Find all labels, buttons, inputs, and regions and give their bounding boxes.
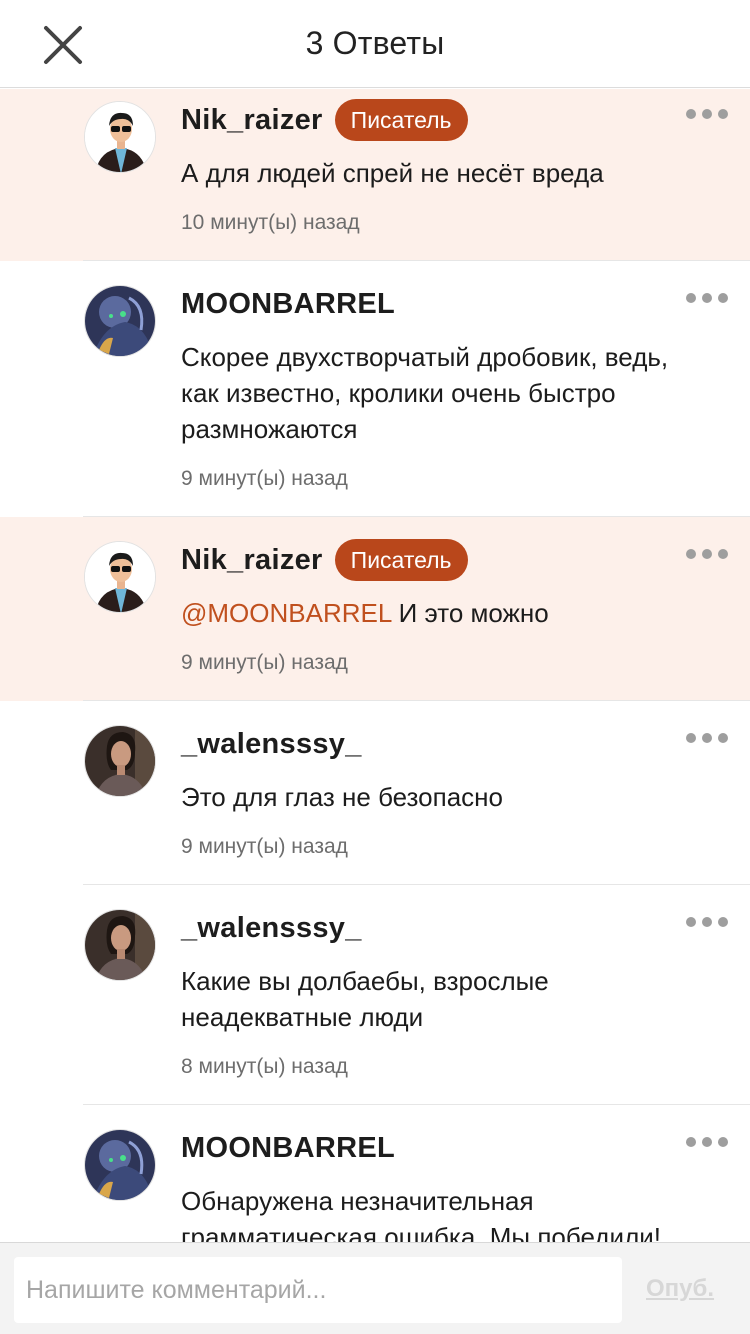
comment-list[interactable]: Nik_raizer Писатель А для людей спрей не… [0,89,750,1242]
more-dot-icon [718,293,728,303]
more-dot-icon [702,549,712,559]
comment-item: Nik_raizer Писатель @MOONBARREL И это мо… [0,517,750,701]
comment-item: _walensssy_ Какие вы долбаебы, взрослые … [0,885,750,1105]
writer-badge: Писатель [334,539,468,581]
comment-body: И это можно [398,598,549,628]
comment-username[interactable]: Nik_raizer [181,104,323,137]
comment-body: Это для глаз не безопасно [181,782,504,812]
more-options-button[interactable] [686,1135,728,1149]
avatar-woman-portrait-icon [85,726,155,796]
comment-text: @MOONBARREL И это можно [181,595,710,631]
comment-item: _walensssy_ Это для глаз не безопасно 9 … [0,701,750,885]
comment-username[interactable]: _walensssy_ [181,728,362,761]
comment-item: MOONBARREL Скорее двухстворчатый дробови… [0,261,750,517]
avatar[interactable] [84,909,156,981]
more-dot-icon [702,1137,712,1147]
more-dot-icon [718,109,728,119]
publish-button[interactable]: Опуб. [646,1275,714,1303]
avatar[interactable] [84,725,156,797]
comment-item: Nik_raizer Писатель А для людей спрей не… [0,89,750,261]
more-dot-icon [702,917,712,927]
more-dot-icon [718,733,728,743]
comment-item: MOONBARREL Обнаружена незначительная гра… [0,1105,750,1242]
more-options-button[interactable] [686,547,728,561]
header: 3 Ответы [0,0,750,88]
avatar-dark-figure-icon [85,286,155,356]
more-dot-icon [686,549,696,559]
comment-time: 9 минут(ы) назад [181,467,348,490]
replies-screen: 3 Ответы Nik_raizer Писатель А для людей… [0,0,750,1334]
more-dot-icon [702,109,712,119]
comment-body: Обнаружена незначительная грамматическая… [181,1186,661,1242]
comment-input[interactable] [14,1257,622,1323]
more-dot-icon [718,1137,728,1147]
close-button[interactable] [40,22,86,68]
comment-username[interactable]: MOONBARREL [181,1132,395,1165]
more-dot-icon [686,733,696,743]
comment-text: А для людей спрей не несёт вреда [181,155,710,191]
more-dot-icon [686,917,696,927]
comment-username[interactable]: MOONBARREL [181,288,395,321]
avatar-woman-portrait-icon [85,910,155,980]
avatar[interactable] [84,1129,156,1201]
more-dot-icon [686,109,696,119]
comment-text: Это для глаз не безопасно [181,779,710,815]
close-icon [44,26,82,64]
comment-body: Какие вы долбаебы, взрослые неадекватные… [181,966,549,1032]
comment-time: 10 минут(ы) назад [181,211,360,234]
mention-link[interactable]: @MOONBARREL [181,598,391,628]
comment-body: А для людей спрей не несёт вреда [181,158,604,188]
avatar-man-sunglasses-icon [85,542,155,612]
page-title: 3 Ответы [305,25,445,61]
more-dot-icon [718,917,728,927]
more-options-button[interactable] [686,291,728,305]
avatar[interactable] [84,101,156,173]
more-dot-icon [686,1137,696,1147]
writer-badge: Писатель [334,99,468,141]
more-dot-icon [686,293,696,303]
more-dot-icon [702,733,712,743]
comment-text: Скорее двухстворчатый дробовик, ведь, ка… [181,339,710,447]
more-options-button[interactable] [686,107,728,121]
avatar[interactable] [84,285,156,357]
comment-text: Обнаружена незначительная грамматическая… [181,1183,710,1242]
more-dot-icon [702,293,712,303]
more-options-button[interactable] [686,731,728,745]
comment-time: 9 минут(ы) назад [181,651,348,674]
comment-time: 8 минут(ы) назад [181,1055,348,1078]
avatar-dark-figure-icon [85,1130,155,1200]
comment-time: 9 минут(ы) назад [181,835,348,858]
comment-username[interactable]: _walensssy_ [181,912,362,945]
avatar-man-sunglasses-icon [85,102,155,172]
avatar[interactable] [84,541,156,613]
comment-body: Скорее двухстворчатый дробовик, ведь, ка… [181,342,669,444]
more-dot-icon [718,549,728,559]
comment-username[interactable]: Nik_raizer [181,544,323,577]
more-options-button[interactable] [686,915,728,929]
comment-composer: Опуб. [0,1242,750,1334]
comment-text: Какие вы долбаебы, взрослые неадекватные… [181,963,710,1035]
